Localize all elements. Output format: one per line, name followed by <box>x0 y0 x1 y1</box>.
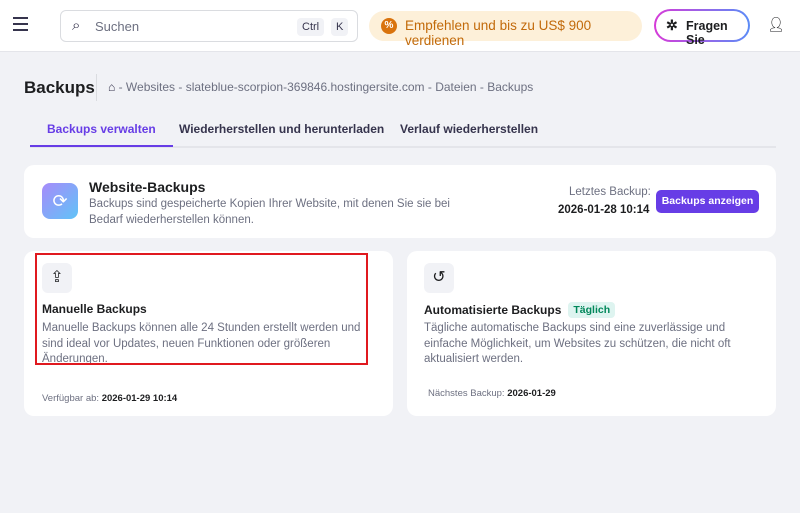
history-icon: ↺ <box>424 263 454 293</box>
website-backups-title: Website-Backups <box>89 179 206 195</box>
next-backup: Nächstes Backup: 2026-01-29 <box>428 388 556 399</box>
auto-backups-header: Automatisierte Backups Täglich <box>424 302 616 318</box>
last-backup-label: Letztes Backup: <box>569 186 651 198</box>
tab-verlauf[interactable]: Verlauf wiederherstellen <box>400 122 538 136</box>
user-icon[interactable]: 👤︎ <box>767 16 785 33</box>
breadcrumb-path[interactable]: - Websites - slateblue-scorpion-369846.h… <box>119 80 534 94</box>
auto-backups-description: Tägliche automatische Backups sind eine … <box>424 322 731 365</box>
menu-icon[interactable] <box>13 17 28 35</box>
available-label: Verfügbar ab: <box>42 393 100 404</box>
search-icon: ⌕ <box>72 17 81 34</box>
search-input[interactable]: ⌕ Suchen Ctrl K <box>60 10 358 42</box>
tab-backups-verwalten[interactable]: Backups verwalten <box>30 122 173 147</box>
sync-icon: ⟳ <box>42 183 78 219</box>
home-icon[interactable]: ⌂ <box>108 80 115 94</box>
ai-sparkle-icon: ✲ <box>666 17 678 33</box>
auto-backups-title: Automatisierte Backups <box>424 303 562 317</box>
kbd-ctrl: Ctrl <box>297 18 325 36</box>
show-backups-button[interactable]: Backups anzeigen <box>656 190 759 213</box>
breadcrumb: ⌂ - Websites - slateblue-scorpion-369846… <box>108 80 533 94</box>
highlight-box <box>35 253 368 365</box>
referral-banner[interactable]: % Empfehlen und bis zu US$ 900 verdienen <box>369 11 642 48</box>
website-backups-description: Backups sind gespeicherte Kopien Ihrer W… <box>89 198 450 226</box>
discount-icon: % <box>381 18 397 34</box>
next-backup-value: 2026-01-29 <box>507 388 556 399</box>
next-backup-label: Nächstes Backup: <box>428 388 505 399</box>
tab-wiederherstellen[interactable]: Wiederherstellen und herunterladen <box>179 122 384 136</box>
last-backup-value: 2026-01-28 10:14 <box>558 204 650 216</box>
tabs: Backups verwalten Wiederherstellen und h… <box>30 121 776 148</box>
search-placeholder: Suchen <box>95 19 140 34</box>
page-title: Backups <box>24 78 95 97</box>
available-value: 2026-01-29 10:14 <box>101 393 178 404</box>
daily-badge: Täglich <box>568 302 616 318</box>
divider <box>96 74 97 101</box>
available-from: Verfügbar ab: 2026-01-29 10:14 <box>42 393 177 404</box>
ask-ai-button[interactable]: ✲ Fragen Sie <box>654 9 750 47</box>
kbd-k: K <box>331 18 349 36</box>
